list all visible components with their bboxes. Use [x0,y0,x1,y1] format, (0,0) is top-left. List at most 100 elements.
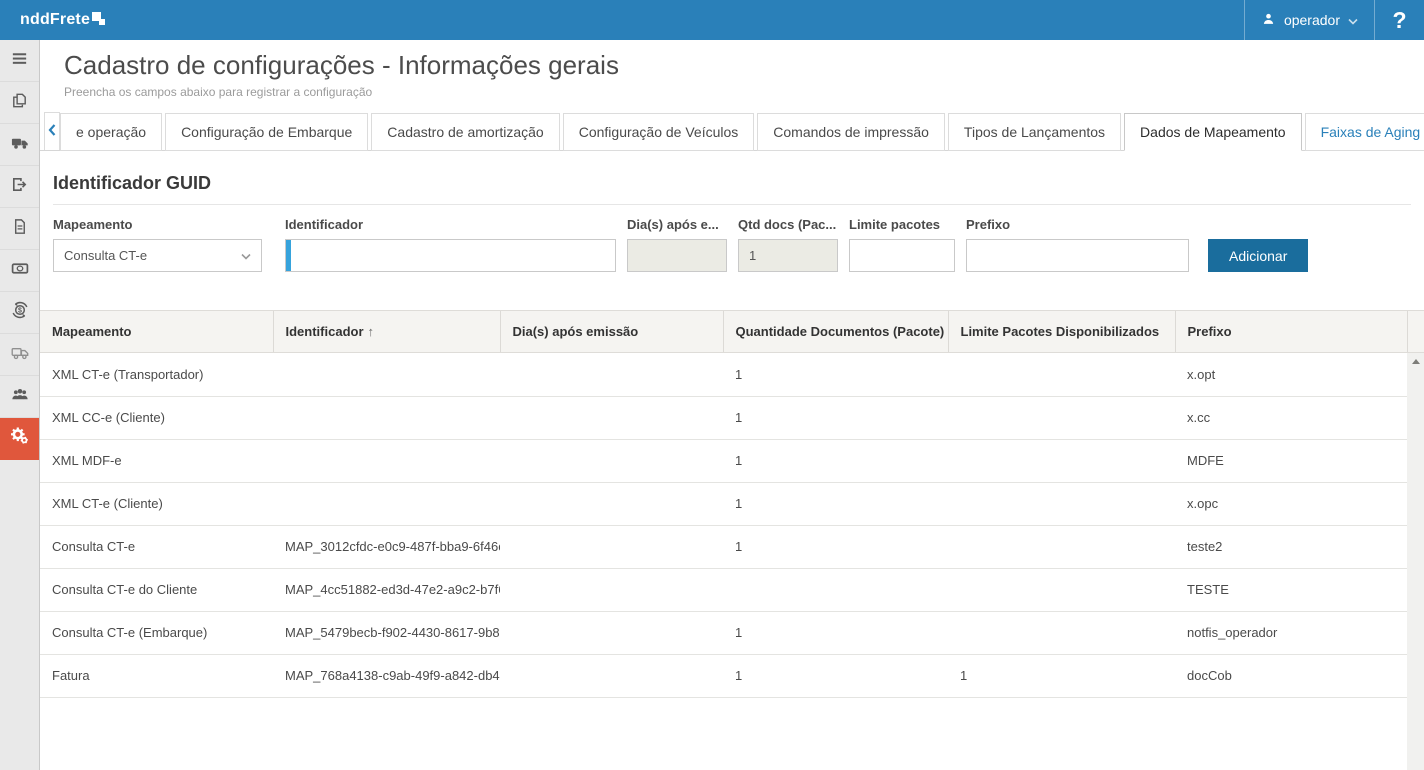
sidebar-item-document[interactable] [0,208,39,250]
cell-mapeamento: Consulta CT-e (Embarque) [40,611,273,654]
cell-prefixo: notfis_operador [1175,611,1424,654]
section-title: Identificador GUID [53,157,1411,205]
sidebar-item-settings[interactable] [0,418,39,460]
scroll-up-button[interactable] [1407,353,1424,370]
cell-mapeamento: Consulta CT-e [40,525,273,568]
grid-header: MapeamentoIdentificador↑Dia(s) após emis… [40,310,1424,353]
cell-mapeamento: XML CT-e (Cliente) [40,482,273,525]
column-header-identificador[interactable]: Identificador↑ [273,311,500,352]
table-row[interactable]: Consulta CT-eMAP_3012cfdc-e0c9-487f-bba9… [40,525,1424,568]
cell-dias [500,353,723,396]
cell-prefixo: teste2 [1175,525,1424,568]
add-button[interactable]: Adicionar [1208,239,1308,272]
cell-prefixo: MDFE [1175,439,1424,482]
page-header: Cadastro de configurações - Informações … [40,40,1424,100]
page-subtitle: Preencha os campos abaixo para registrar… [64,84,1400,100]
cell-dias [500,525,723,568]
user-menu-label: operador [1284,12,1340,28]
cell-mapeamento: Consulta CT-e do Cliente [40,568,273,611]
sidebar-item-documents[interactable] [0,82,39,124]
cell-identificador: MAP_5479becb-f902-4430-8617-9b82... [273,611,500,654]
cell-prefixo: TESTE [1175,568,1424,611]
sidebar-item-finance[interactable]: $ [0,292,39,334]
form-fields: MapeamentoConsulta CT-eIdentificadorDia(… [53,217,1200,272]
cell-identificador: MAP_4cc51882-ed3d-47e2-a9c2-b7f6... [273,568,500,611]
cell-quantidade: 1 [723,482,948,525]
sidebar-item-export[interactable] [0,166,39,208]
limite-pacotes-input[interactable] [849,239,955,272]
cell-mapeamento: XML MDF-e [40,439,273,482]
cell-limite [948,482,1175,525]
cell-limite [948,396,1175,439]
qtd-docs-input[interactable] [738,239,838,272]
cell-limite [948,525,1175,568]
mapeamento-select[interactable]: Consulta CT-e [53,239,262,272]
table-row[interactable]: FaturaMAP_768a4138-c9ab-49f9-a842-db40..… [40,654,1424,697]
qtd-docs-label: Qtd docs (Pac... [738,217,838,232]
table-row[interactable]: XML CT-e (Transportador)1x.opt [40,353,1424,396]
cell-dias [500,439,723,482]
column-header-quantidade-documentos-pacote-[interactable]: Quantidade Documentos (Pacote) [723,311,948,352]
tab-tipos-de-lan-amentos[interactable]: Tipos de Lançamentos [948,113,1121,151]
cell-identificador [273,439,500,482]
cell-limite [948,568,1175,611]
cell-dias [500,654,723,697]
table-row[interactable]: XML CT-e (Cliente)1x.opc [40,482,1424,525]
user-menu[interactable]: operador [1244,0,1374,40]
help-button[interactable]: ? [1374,0,1424,40]
scrollbar-spacer [1407,311,1424,352]
tab-configura-o-de-ve-culos[interactable]: Configuração de Veículos [563,113,755,151]
user-icon [1261,11,1276,30]
cell-quantidade: 1 [723,611,948,654]
cell-identificador [273,482,500,525]
sidebar-item-payments[interactable] [0,250,39,292]
column-header-dia-s-ap-s-emiss-o[interactable]: Dia(s) após emissão [500,311,723,352]
cell-limite: 1 [948,654,1175,697]
tab-faixas-de-aging[interactable]: Faixas de Aging [1305,113,1424,151]
column-header-limite-pacotes-disponibilizados[interactable]: Limite Pacotes Disponibilizados [948,311,1175,352]
truck-icon [10,133,30,157]
table-row[interactable]: XML MDF-e 1 MDFE [40,439,1424,482]
mappings-grid: MapeamentoIdentificador↑Dia(s) após emis… [40,310,1424,770]
cell-identificador [273,353,500,396]
cell-dias [500,482,723,525]
tab-cadastro-de-amortiza-o[interactable]: Cadastro de amortização [371,113,559,151]
grid-rows: XML CT-e (Transportador)1x.optXML CC-e (… [40,353,1424,697]
vertical-scrollbar[interactable] [1407,353,1424,770]
cell-limite [948,353,1175,396]
table-row[interactable]: Consulta CT-e (Embarque)MAP_5479becb-f90… [40,611,1424,654]
table-row[interactable]: Consulta CT-e do ClienteMAP_4cc51882-ed3… [40,568,1424,611]
cell-mapeamento: XML CT-e (Transportador) [40,353,273,396]
banknote-icon [10,259,30,283]
tab-comandos-de-impress-o[interactable]: Comandos de impressão [757,113,945,151]
column-header-mapeamento[interactable]: Mapeamento [40,311,273,352]
cell-mapeamento: Fatura [40,654,273,697]
tab-configura-o-de-embarque[interactable]: Configuração de Embarque [165,113,368,151]
cell-dias [500,568,723,611]
sidebar-item-fleet[interactable] [0,124,39,166]
sidebar-item-menu[interactable] [0,40,39,82]
tab-scroll-left-button[interactable] [44,112,60,150]
identificador-input[interactable] [285,239,616,272]
copy-icon [10,91,29,115]
table-row[interactable]: XML CC-e (Cliente)1x.cc [40,396,1424,439]
sidebar-item-delivery[interactable] [0,334,39,376]
column-header-prefixo[interactable]: Prefixo [1175,311,1407,352]
cell-quantidade: 1 [723,525,948,568]
tab-dados-de-mapeamento[interactable]: Dados de Mapeamento [1124,113,1302,151]
dias-apos-emissao-input[interactable] [627,239,727,272]
cell-quantidade: 1 [723,396,948,439]
sidebar-item-users[interactable] [0,376,39,418]
cell-prefixo: docCob [1175,654,1424,697]
logo-mark-icon [92,12,106,28]
page-body: Identificador GUID Mapeamento Consulta CT… [40,151,1424,770]
limite-pacotes-label: Limite pacotes [849,217,955,232]
tab-e-opera-o[interactable]: e operação [60,113,162,151]
document-icon [10,217,29,241]
export-icon [10,175,29,199]
cell-limite [948,611,1175,654]
cell-quantidade [723,568,948,611]
cell-quantidade: 1 [723,439,948,482]
prefixo-input[interactable] [966,239,1189,272]
identificador-label: Identificador [285,217,616,232]
